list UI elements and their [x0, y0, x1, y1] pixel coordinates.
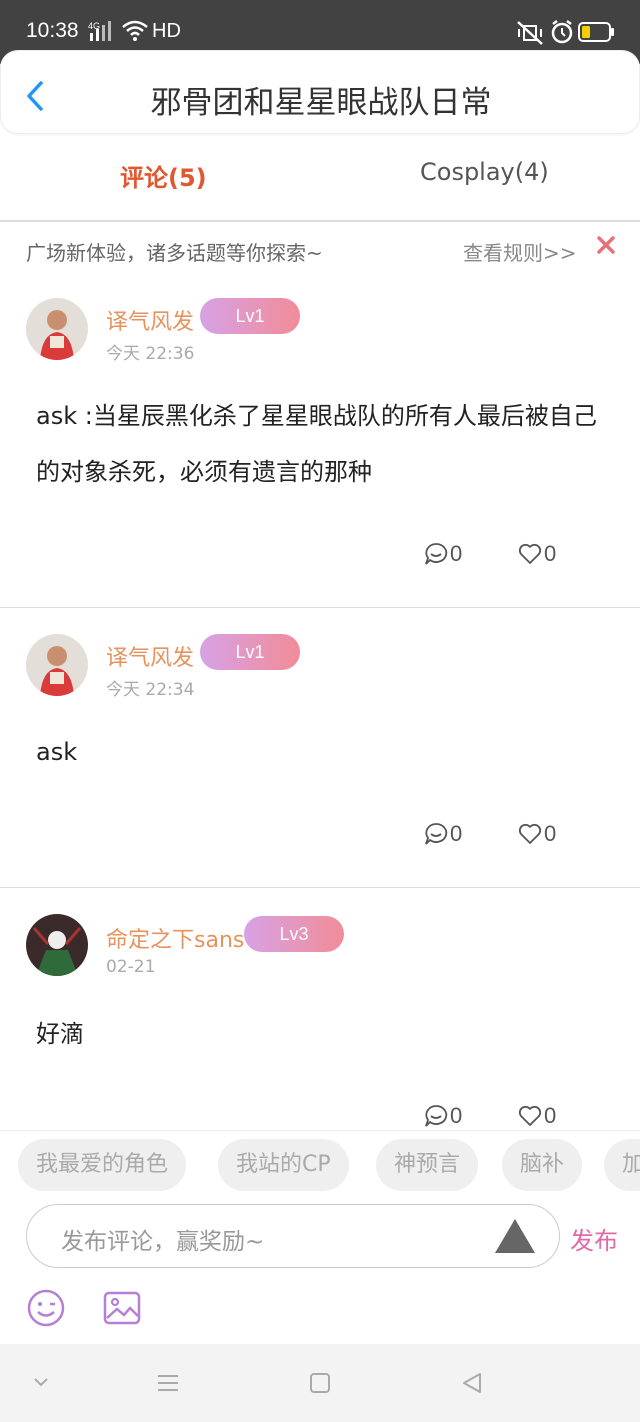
topic-chip[interactable]: 加: [604, 1139, 640, 1191]
comment-bubble-icon: [425, 823, 448, 845]
mute-vibrate-icon: [517, 21, 543, 45]
like-count: 0: [544, 541, 557, 566]
comment-text: ask: [36, 738, 78, 766]
comment-item: 命定之下sans Lv3 02-21 好滴 0 0: [0, 888, 640, 1130]
tab-comments[interactable]: 评论(5): [120, 158, 207, 193]
battery-icon: [578, 22, 614, 42]
system-navigation-bar: [0, 1344, 640, 1422]
publish-button[interactable]: 发布: [570, 1221, 618, 1256]
view-rules-link[interactable]: 查看规则>>: [463, 237, 577, 266]
topic-chip[interactable]: 我站的CP: [218, 1139, 349, 1191]
username[interactable]: 译气风发: [106, 640, 194, 672]
level-badge: Lv1: [200, 298, 300, 334]
like-button[interactable]: 0: [518, 1102, 568, 1132]
tab-bar: 评论(5) Cosplay(4): [0, 134, 640, 222]
post-time: 今天 22:36: [106, 344, 195, 364]
username[interactable]: 译气风发: [106, 304, 194, 336]
notice-text: 广场新体验，诸多话题等你探索~: [26, 241, 323, 265]
comment-text: ask :当星辰黑化杀了星星眼战队的所有人最后被自己的对象杀死，必须有遗言的那种: [36, 402, 597, 486]
tab-cosplay[interactable]: Cosplay(4): [420, 158, 549, 186]
emoji-icon[interactable]: [26, 1288, 66, 1328]
page-title: 邪骨团和星星眼战队日常: [150, 85, 492, 121]
username[interactable]: 命定之下sans: [106, 922, 244, 954]
heart-icon: [518, 1105, 542, 1126]
home-icon[interactable]: [308, 1371, 332, 1395]
comment-item: 译气风发 Lv1 今天 22:34 ask 0 0: [0, 608, 640, 888]
post-time: 今天 22:34: [106, 680, 195, 700]
top-app-bar: 邪骨团和星星眼战队日常: [0, 50, 640, 134]
hd-indicator: HD: [152, 20, 181, 42]
topic-chip-row: 我最爱的角色 我站的CP 神预言 脑补 加: [0, 1130, 640, 1204]
notice-banner: 广场新体验，诸多话题等你探索~ 查看规则>>: [0, 222, 640, 278]
heart-icon: [518, 823, 542, 844]
comment-bubble-icon: [425, 543, 448, 565]
close-icon[interactable]: [595, 234, 617, 256]
level-badge: Lv1: [200, 634, 300, 670]
image-icon[interactable]: [102, 1288, 142, 1328]
like-button[interactable]: 0: [518, 820, 568, 850]
reply-count: 0: [450, 821, 463, 846]
like-count: 0: [544, 1103, 557, 1128]
comment-text: 好滴: [36, 1020, 84, 1048]
signal-icon: 4G: [88, 21, 111, 41]
avatar[interactable]: [26, 914, 88, 976]
topic-chip[interactable]: 神预言: [376, 1139, 479, 1191]
comment-input[interactable]: 发布评论，赢奖励~: [26, 1204, 560, 1268]
avatar[interactable]: [26, 634, 88, 696]
alarm-icon: [551, 20, 573, 44]
level-badge: Lv3: [244, 916, 344, 952]
reply-button[interactable]: 0: [424, 1102, 474, 1132]
reply-count: 0: [450, 1103, 463, 1128]
comment-bubble-icon: [425, 1105, 448, 1127]
reply-button[interactable]: 0: [424, 540, 474, 570]
heart-icon: [518, 543, 542, 564]
post-time: 02-21: [106, 957, 156, 977]
comment-input-placeholder: 发布评论，赢奖励~: [61, 1229, 265, 1255]
triangle-icon[interactable]: [493, 1217, 537, 1255]
topic-chip[interactable]: 我最爱的角色: [18, 1139, 187, 1191]
reply-button[interactable]: 0: [424, 820, 474, 850]
reply-count: 0: [450, 541, 463, 566]
like-count: 0: [544, 821, 557, 846]
avatar[interactable]: [26, 298, 88, 360]
back-icon[interactable]: [460, 1371, 484, 1395]
wifi-icon: [122, 20, 148, 41]
menu-icon[interactable]: [156, 1371, 180, 1395]
topic-chip[interactable]: 脑补: [502, 1139, 583, 1191]
like-button[interactable]: 0: [518, 540, 568, 570]
comment-composer: 发布评论，赢奖励~ 发布: [0, 1204, 640, 1344]
status-time: 10:38: [26, 19, 79, 42]
chevron-down-icon[interactable]: [30, 1371, 52, 1393]
comment-item: 译气风发 Lv1 今天 22:36 ask :当星辰黑化杀了星星眼战队的所有人最…: [0, 278, 640, 608]
